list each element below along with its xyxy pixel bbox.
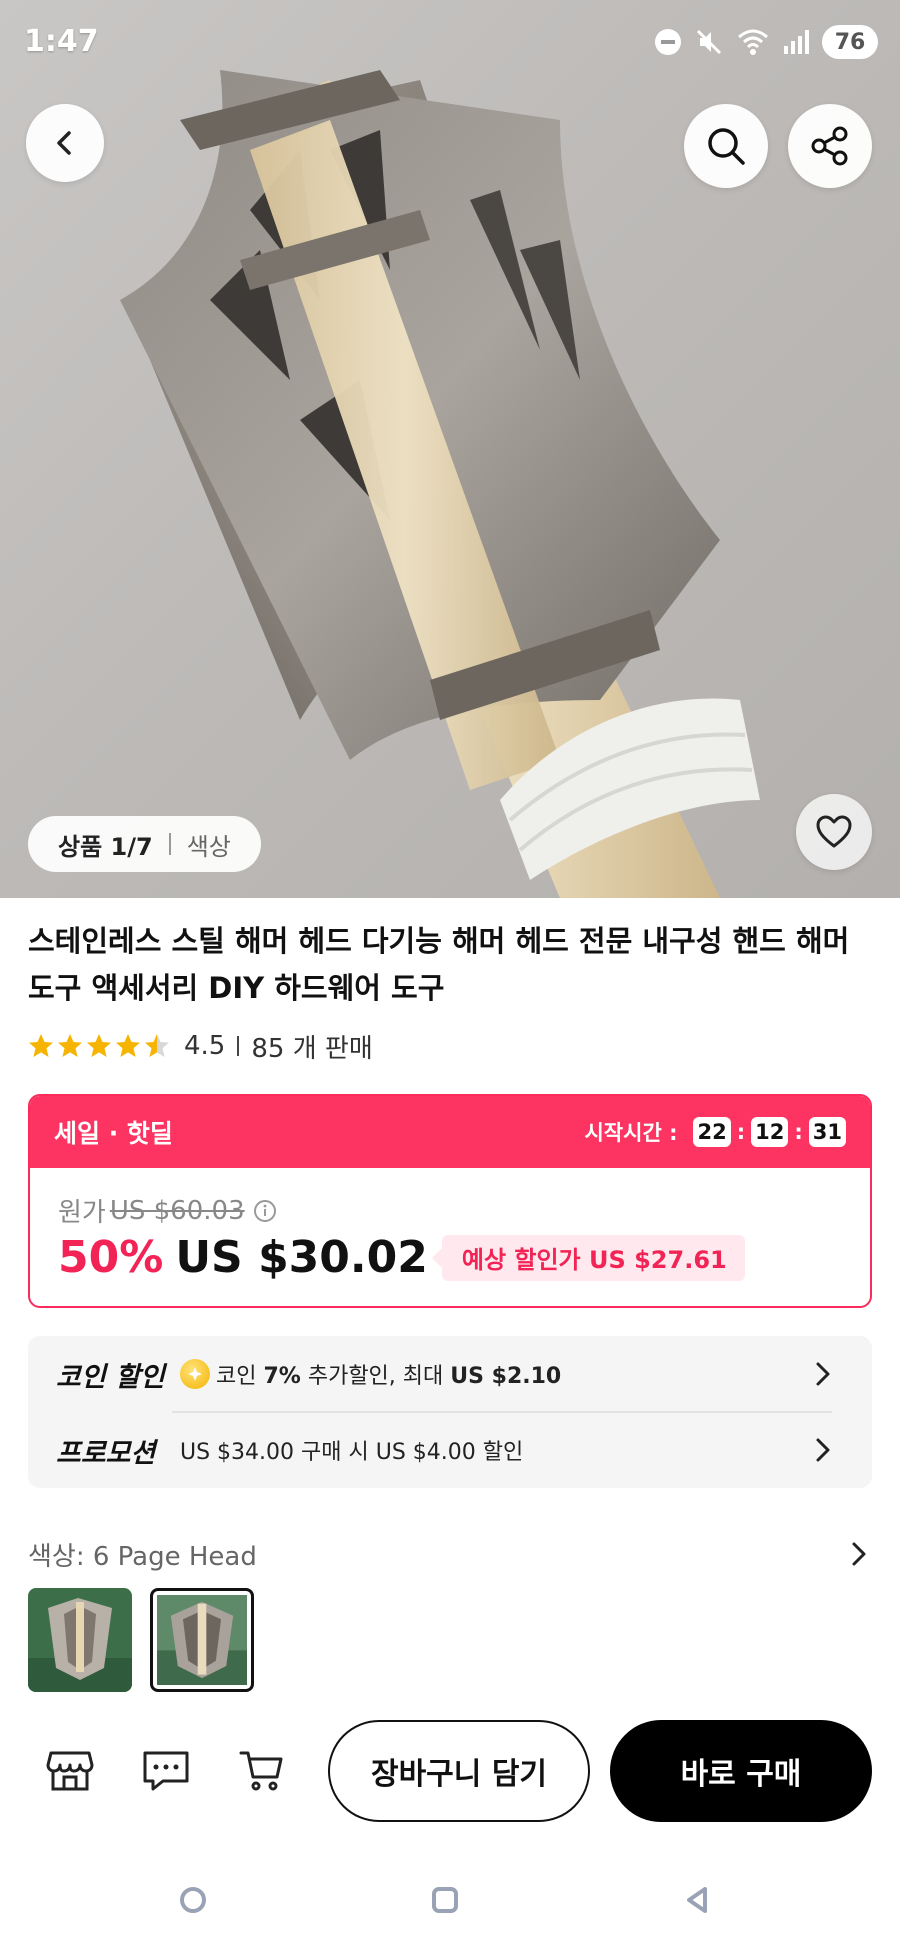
- image-counter-color[interactable]: 색상: [187, 827, 231, 862]
- back-button[interactable]: [26, 104, 104, 182]
- store-icon: [46, 1751, 94, 1791]
- nav-home-button[interactable]: [173, 1880, 213, 1920]
- estimated-price-tag: 예상 할인가 US $27.61: [431, 1234, 745, 1281]
- sale-header: 세일 · 핫딜 시작시간 : 22 : 12 : 31: [30, 1096, 870, 1168]
- coin-discount-row[interactable]: 코인 할인 코인 7% 추가할인, 최대 US $2.10: [28, 1336, 872, 1412]
- star-icon: [58, 1034, 82, 1057]
- selected-color-label: 색상: 6 Page Head: [28, 1541, 257, 1572]
- back-arrow-icon: [57, 131, 71, 155]
- timer-colon: :: [736, 1120, 746, 1144]
- color-option-thumbnail[interactable]: [28, 1588, 132, 1692]
- timer-minutes: 12: [751, 1117, 789, 1147]
- timer-label: 시작시간 :: [584, 1121, 678, 1145]
- discount-percent: 50%: [58, 1232, 164, 1283]
- price-row: 50% US $30.02 예상 할인가 US $27.61: [58, 1232, 745, 1283]
- timer-hours: 22: [693, 1117, 731, 1147]
- wifi-icon: [738, 29, 768, 55]
- timer-colon: :: [794, 1120, 803, 1144]
- wishlist-button[interactable]: [796, 794, 872, 870]
- rating-value: 4.5: [184, 1031, 226, 1061]
- product-title: 스테인레스 스틸 해머 헤드 다기능 해머 헤드 전문 내구성 핸드 해머 도구…: [28, 924, 850, 1005]
- dnd-icon: [655, 29, 681, 55]
- recents-square-icon: [432, 1887, 458, 1913]
- chevron-right-icon: [816, 1362, 830, 1386]
- promotion-text: US $34.00 구매 시 US $4.00 할인: [180, 1440, 524, 1465]
- sale-title: 세일 · 핫딜: [54, 1119, 173, 1148]
- star-icon: [145, 1034, 169, 1057]
- chat-button[interactable]: [140, 1744, 192, 1796]
- sale-timer: 시작시간 : 22 : 12 : 31: [584, 1117, 846, 1147]
- promotion-row[interactable]: 프로모션 US $34.00 구매 시 US $4.00 할인: [28, 1412, 872, 1488]
- back-triangle-icon: [687, 1887, 707, 1913]
- status-bar: 1:47 76: [0, 0, 900, 86]
- sale-box: 세일 · 핫딜 시작시간 : 22 : 12 : 31 원가 US $60.03…: [28, 1094, 872, 1308]
- info-icon[interactable]: [253, 1199, 277, 1223]
- signal-icon: [784, 30, 809, 54]
- color-thumbnails: [28, 1588, 254, 1692]
- star-icon: [116, 1034, 140, 1057]
- product-image-gallery[interactable]: 1:47 76 상품 1/7 색상: [0, 0, 900, 898]
- promotion-card: 코인 할인 코인 7% 추가할인, 최대 US $2.10 프로모션 US $3…: [28, 1336, 872, 1488]
- share-icon: [811, 126, 848, 166]
- timer-seconds: 31: [808, 1117, 846, 1147]
- search-icon: [708, 128, 745, 165]
- image-counter-main: 상품 1/7: [58, 832, 153, 861]
- original-price: US $60.03: [109, 1195, 245, 1226]
- color-selector-row[interactable]: 색상: 6 Page Head: [28, 1536, 872, 1572]
- image-counter[interactable]: 상품 1/7 색상: [28, 816, 261, 872]
- status-icons: 76: [654, 24, 878, 60]
- search-button[interactable]: [684, 104, 768, 188]
- original-price-row: 원가 US $60.03: [58, 1192, 277, 1229]
- promotion-label: 프로모션: [56, 1437, 156, 1469]
- chevron-right-icon: [852, 1542, 866, 1566]
- battery-indicator: 76: [822, 25, 878, 59]
- cart-button[interactable]: [236, 1744, 288, 1796]
- coin-discount-text: 코인 7% 추가할인, 최대 US $2.10: [216, 1364, 562, 1389]
- counter-divider: [168, 833, 171, 855]
- status-time: 1:47: [24, 24, 99, 59]
- rating-divider: [237, 1036, 240, 1056]
- color-option-thumbnail-selected[interactable]: [150, 1588, 254, 1692]
- bottom-action-icons: [44, 1744, 288, 1796]
- coin-icon: [180, 1359, 210, 1389]
- sold-count: 85 개 판매: [251, 1033, 373, 1064]
- system-navigation-bar: [0, 1860, 900, 1950]
- rating-stars: [28, 1033, 170, 1059]
- share-button[interactable]: [788, 104, 872, 188]
- coin-discount-label: 코인 할인: [56, 1361, 165, 1393]
- color-option-image: [157, 1595, 247, 1685]
- heart-icon: [816, 815, 852, 848]
- add-to-cart-button[interactable]: 장바구니 담기: [328, 1720, 590, 1822]
- home-circle-icon: [180, 1887, 206, 1913]
- chat-icon: [143, 1751, 189, 1791]
- store-button[interactable]: [44, 1744, 96, 1796]
- star-icon: [29, 1034, 53, 1057]
- original-price-label: 원가: [58, 1198, 106, 1228]
- mute-icon: [696, 29, 722, 55]
- nav-back-button[interactable]: [678, 1880, 718, 1920]
- star-icon: [87, 1034, 111, 1057]
- chevron-right-icon: [816, 1438, 830, 1462]
- rating-row[interactable]: 4.5 85 개 판매: [28, 1028, 373, 1064]
- sale-price: US $30.02: [175, 1232, 428, 1283]
- cart-icon: [239, 1751, 283, 1791]
- nav-recents-button[interactable]: [425, 1880, 465, 1920]
- buy-now-button[interactable]: 바로 구매: [610, 1720, 872, 1822]
- color-option-image: [28, 1588, 132, 1692]
